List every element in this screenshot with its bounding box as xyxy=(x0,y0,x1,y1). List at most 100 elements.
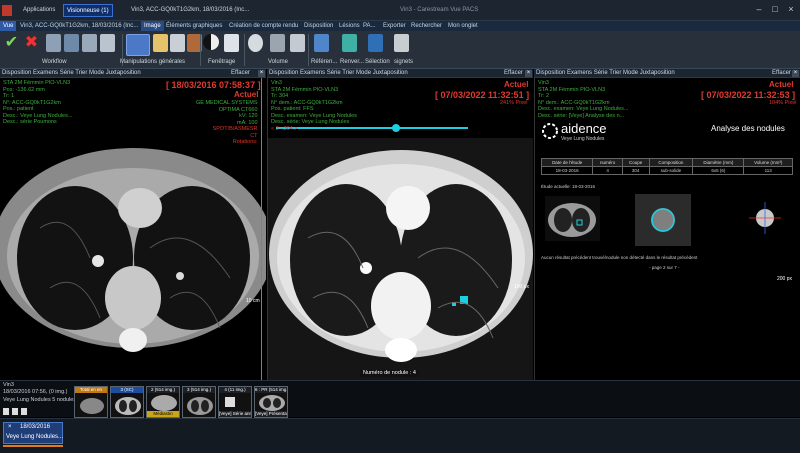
left-overlay-info: STA 2M Fémmin PIO-VLN3 Pos: -136.62 mm Tr:… xyxy=(3,80,73,125)
viewport-right[interactable]: Vin3 STA 2M Fémmin PIO-VLN3 Tr: 2 N° dem.: … xyxy=(534,78,800,380)
menu-vue[interactable]: Vue xyxy=(0,21,17,31)
study-tab[interactable]: × 18/03/2016 Veye Lung Nodules... xyxy=(3,422,63,444)
page-indicator: - page 2 sur 7 - xyxy=(649,265,680,270)
bookmarks-label: signets xyxy=(394,59,414,65)
bookmark-icon[interactable] xyxy=(394,34,409,52)
volume-icon[interactable] xyxy=(248,34,263,52)
magnifier-icon[interactable] xyxy=(126,34,150,56)
pan-hand-icon[interactable] xyxy=(153,34,168,52)
aidence-brand: aidence xyxy=(561,121,607,136)
right-study-date: [ 07/03/2022 11:32:53 ] xyxy=(701,90,796,100)
zoom-icon[interactable] xyxy=(170,34,185,52)
window-title: Vin3 - Carestream Vue PACS xyxy=(400,7,479,13)
nodule-table: Date de l'étude numéro Coupe Composition… xyxy=(540,158,793,175)
cancel-icon[interactable]: ✖ xyxy=(24,35,39,53)
left-overlay-right: GE MEDICAL SYSTEMS OPTIMA CT660 kV: 120 mA:… xyxy=(196,100,258,145)
ribbon-separator xyxy=(308,34,309,66)
series-thumb-2[interactable]: 3 (SC) xyxy=(110,386,144,418)
flip-label: Renver... xyxy=(340,59,365,65)
workflow-label: Workflow xyxy=(42,59,67,65)
right-status-label: Actuel xyxy=(769,80,794,89)
close-panel-right-icon[interactable]: × xyxy=(792,70,799,77)
title-bar: Applications Visionneuse (1) Vin3, ACC-G… xyxy=(0,0,800,21)
panel-center-menu[interactable]: Disposition Examens Série Trier Mode Jux… xyxy=(269,69,408,78)
menu-pa[interactable]: PA... xyxy=(363,21,376,31)
windowing-label: Fenêtrage xyxy=(208,59,236,65)
clear-button-right[interactable]: Effacer xyxy=(772,69,791,78)
series-thumb-4[interactable]: 3 (514 img.) xyxy=(182,386,216,418)
checkmark-icon[interactable]: ✔ xyxy=(4,35,19,53)
workflow-next-icon[interactable] xyxy=(82,34,97,52)
center-overlay-info: Vin3 STA 2M Fémmin PIO-VLN3 Tr: 304 N° dem.… xyxy=(271,80,357,132)
center-scale-label: 100 px xyxy=(514,284,530,290)
headphone-icon[interactable] xyxy=(270,34,285,52)
aidence-subtitle: Veye Lung Nodules xyxy=(561,136,605,142)
panel-bar-left: Disposition Examens Série Trier Mode Jux… xyxy=(0,69,266,78)
workflow-more-icon[interactable] xyxy=(100,34,115,52)
right-scale-label: 200 px xyxy=(777,276,793,282)
document-icon[interactable] xyxy=(3,408,9,415)
left-status-label: Actuel xyxy=(234,90,259,99)
table-row: 18-03-2016 4 304 sub-solide 6x5 (6) 113 xyxy=(540,166,793,175)
menu-study[interactable]: Vin3, ACC-GQ0kT1G2km, 18/03/2016 (Inc... xyxy=(20,21,138,31)
viewport-center[interactable]: Vin3 STA 2M Fémmin PIO-VLN3 Tr: 304 N° dem.… xyxy=(267,78,533,380)
aidence-logo-icon xyxy=(541,122,559,140)
selection-icon[interactable] xyxy=(368,34,383,52)
clear-button-center[interactable]: Effacer xyxy=(504,69,523,78)
ribbon-separator xyxy=(200,34,201,66)
study-tab-icon: × xyxy=(8,424,12,430)
menu-lesions[interactable]: Lésions xyxy=(339,21,360,31)
document-icon[interactable] xyxy=(21,408,27,415)
tab-viewer[interactable]: Visionneuse (1) xyxy=(63,4,113,17)
reference-icon[interactable] xyxy=(314,34,329,52)
right-overlay-info: Vin3 STA 2M Fémmin PIO-VLN3 Tr: 2 N° dem.: … xyxy=(538,80,629,119)
window-preset-icon[interactable] xyxy=(224,34,239,52)
close-panel-left-icon[interactable]: × xyxy=(258,70,265,77)
volume-options-icon[interactable] xyxy=(290,34,305,52)
volume-label: Volume xyxy=(268,59,289,65)
current-study-note: Étude actuelle: 18-03-2016 xyxy=(541,184,596,189)
series-thumb-1[interactable]: Total en en xyxy=(74,386,108,418)
panel-right-menu[interactable]: Disposition Examens Série Trier Mode Jux… xyxy=(536,69,675,78)
center-status-label: Actuel xyxy=(504,80,529,89)
workflow-step-icon[interactable] xyxy=(64,34,79,52)
report-title: Analyse des nodules xyxy=(711,124,785,133)
minimize-icon[interactable]: – xyxy=(752,2,766,16)
study-tab-indicator xyxy=(3,445,63,447)
panel-left-menu[interactable]: Disposition Examens Série Trier Mode Jux… xyxy=(2,69,141,78)
viewport-left[interactable]: STA 2M Fémmin PIO-VLN3 Pos: -136.62 mm Tr:… xyxy=(0,78,266,380)
flip-icon[interactable] xyxy=(342,34,357,52)
close-panel-center-icon[interactable]: × xyxy=(525,70,532,77)
close-icon[interactable]: × xyxy=(784,2,798,16)
series-thumb-7[interactable]: 6 : PR (514 img.) [Veye] Présentat xyxy=(254,386,288,418)
no-previous-note: Aucun résultat précédent trouvé/nodule n… xyxy=(541,255,698,260)
table-header: numéro xyxy=(592,158,623,167)
menu-layout[interactable]: Disposition xyxy=(304,21,333,31)
menu-search[interactable]: Rechercher xyxy=(411,21,442,31)
workflow-icon[interactable] xyxy=(46,34,61,52)
maximize-icon[interactable]: □ xyxy=(768,2,782,16)
clear-button-left[interactable]: Effacer xyxy=(231,69,250,78)
menu-graphics[interactable]: Éléments graphiques xyxy=(166,21,222,31)
study-tab-date: 18/03/2016 xyxy=(20,424,51,430)
windowing-icon[interactable] xyxy=(203,34,219,50)
menu-bar: Vue Vin3, ACC-GQ0kT1G2km, 18/03/2016 (In… xyxy=(0,21,800,31)
reference-label: Référen... xyxy=(311,59,338,65)
tab-study[interactable]: Vin3, ACC-GQ0kT1G2km, 18/03/2016 (Inc... xyxy=(128,4,252,17)
menu-image[interactable]: Image xyxy=(141,21,164,31)
series-thumb-3[interactable]: 2 (514 img.) Médiastin xyxy=(146,386,180,418)
center-study-date: [ 07/03/2022 11:32:51 ] xyxy=(435,90,530,100)
document-icon[interactable] xyxy=(12,408,18,415)
nodule-zoom-thumb xyxy=(635,194,691,246)
series-thumb-5[interactable]: 4 (11 img.) [Veye] Série ann xyxy=(218,386,252,418)
nodule-3d-thumb xyxy=(747,200,783,236)
tab-applications[interactable]: Applications xyxy=(20,4,58,17)
study-tab-label: Veye Lung Nodules... xyxy=(6,434,64,440)
right-zoom: 104% Pixel xyxy=(769,100,797,106)
general-manipulations-label: Manipulations générales xyxy=(120,59,186,65)
menu-report[interactable]: Création de compte rendu xyxy=(229,21,298,31)
panel-bar-center: Disposition Examens Série Trier Mode Jux… xyxy=(267,69,533,78)
menu-my-tab[interactable]: Mon onglet xyxy=(448,21,478,31)
menu-export[interactable]: Exporter xyxy=(383,21,406,31)
ribbon-separator xyxy=(244,34,245,66)
